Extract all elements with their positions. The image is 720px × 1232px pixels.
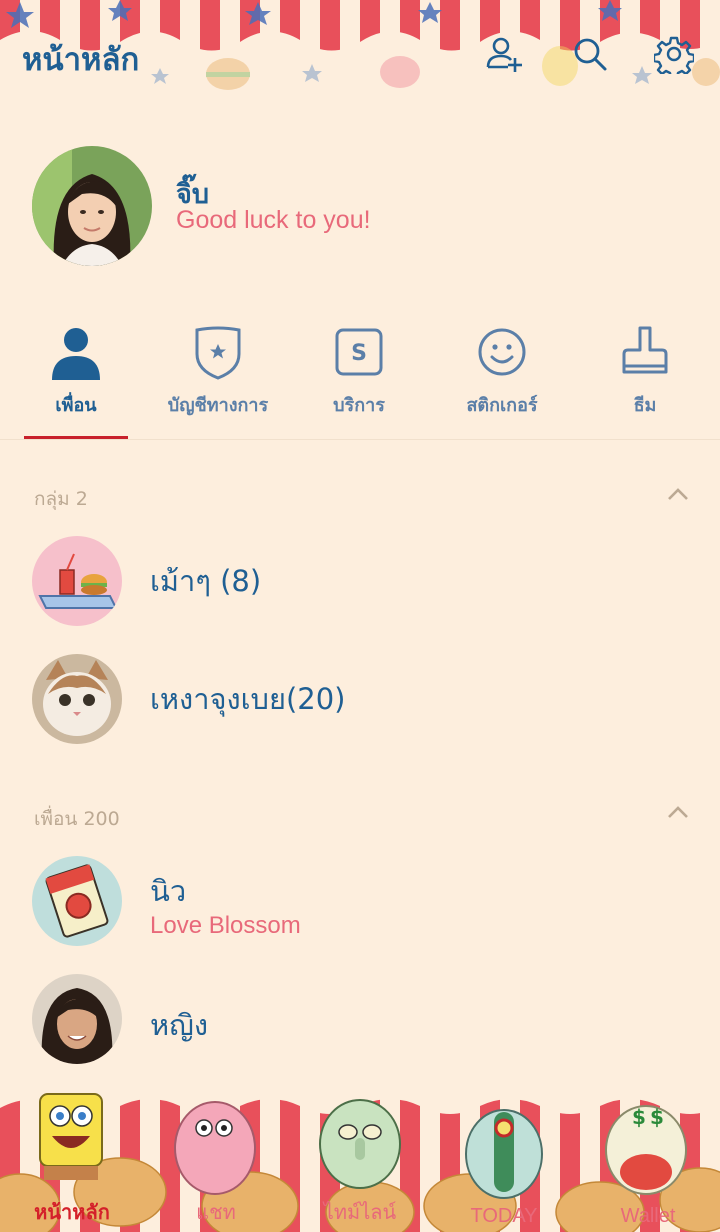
nav-label: แชท — [196, 1202, 236, 1224]
nav-chats[interactable]: แชท — [144, 1088, 288, 1232]
friends-section-header[interactable]: เพื่อน 200 — [34, 804, 120, 834]
search-button[interactable] — [570, 34, 610, 74]
groups-section-header[interactable]: กลุ่ม 2 — [34, 484, 88, 514]
page-title: หน้าหลัก — [22, 42, 140, 78]
chevron-up-icon[interactable] — [666, 486, 690, 502]
profile-status-message[interactable]: Good luck to you! — [176, 206, 371, 235]
shield-star-icon — [195, 326, 241, 380]
top-bar: หน้าหลัก — [0, 0, 720, 110]
tab-label: เพื่อน — [55, 395, 97, 416]
active-tab-indicator — [24, 436, 128, 439]
tab-stickers[interactable]: สติกเกอร์ — [430, 318, 574, 440]
nav-timeline[interactable]: ไทม์ไลน์ — [288, 1088, 432, 1232]
nav-today[interactable]: TODAY — [432, 1088, 576, 1232]
tab-official-accounts[interactable]: บัญชีทางการ — [146, 318, 290, 440]
list-item-group[interactable]: เม้าๆ (8) — [0, 526, 720, 636]
nav-label: ไทม์ไลน์ — [323, 1202, 397, 1224]
tab-services[interactable]: S บริการ — [287, 318, 431, 440]
nav-label: Wallet — [620, 1205, 676, 1227]
nav-wallet[interactable]: Wallet — [576, 1088, 720, 1232]
list-item-group[interactable]: เหงาจุงเบย(20) — [0, 644, 720, 754]
chevron-up-icon[interactable] — [666, 804, 690, 820]
svg-text:S: S — [351, 341, 367, 366]
friend-avatar — [32, 974, 122, 1064]
friend-status: Love Blossom — [150, 912, 301, 939]
add-friend-button[interactable] — [484, 34, 524, 74]
tab-friends[interactable]: เพื่อน — [4, 318, 148, 440]
tab-label: สติกเกอร์ — [466, 395, 538, 416]
ketchup-avatar — [32, 856, 122, 946]
person-icon — [52, 328, 100, 380]
friend-name: หญิง — [150, 1008, 208, 1042]
group-name: เม้าๆ (8) — [150, 564, 262, 598]
group-avatar — [32, 654, 122, 744]
tab-label: บริการ — [333, 395, 385, 416]
group-avatar — [32, 536, 122, 626]
friend-name: นิว — [150, 874, 187, 908]
food-tray-avatar — [32, 536, 122, 626]
home-screen: หน้าหลัก จิ๊บ Good luck to you! เพื่อน บ… — [0, 0, 720, 1232]
cat-avatar — [32, 654, 122, 744]
profile-photo — [32, 146, 152, 266]
nav-label: หน้าหลัก — [34, 1202, 110, 1224]
add-friend-icon — [486, 37, 522, 72]
service-s-icon: S — [335, 328, 383, 376]
list-item-friend[interactable]: นิว Love Blossom — [0, 846, 720, 956]
profile-avatar[interactable] — [32, 146, 152, 266]
woman-avatar — [32, 974, 122, 1064]
list-item-friend[interactable]: หญิง — [0, 964, 720, 1074]
smiley-icon — [478, 328, 526, 376]
category-tabs: เพื่อน บัญชีทางการ S บริการ สติกเกอร์ ธี… — [0, 318, 720, 440]
search-icon — [574, 38, 607, 71]
friend-avatar — [32, 856, 122, 946]
nav-label: TODAY — [470, 1205, 538, 1227]
gear-icon — [654, 36, 694, 74]
tab-label: ธีม — [633, 395, 657, 416]
group-name: เหงาจุงเบย(20) — [150, 682, 346, 716]
brush-icon — [622, 326, 668, 374]
tab-label: บัญชีทางการ — [167, 395, 269, 416]
settings-button[interactable] — [654, 34, 694, 74]
nav-home[interactable]: หน้าหลัก — [0, 1088, 144, 1232]
tab-themes[interactable]: ธีม — [573, 318, 717, 440]
